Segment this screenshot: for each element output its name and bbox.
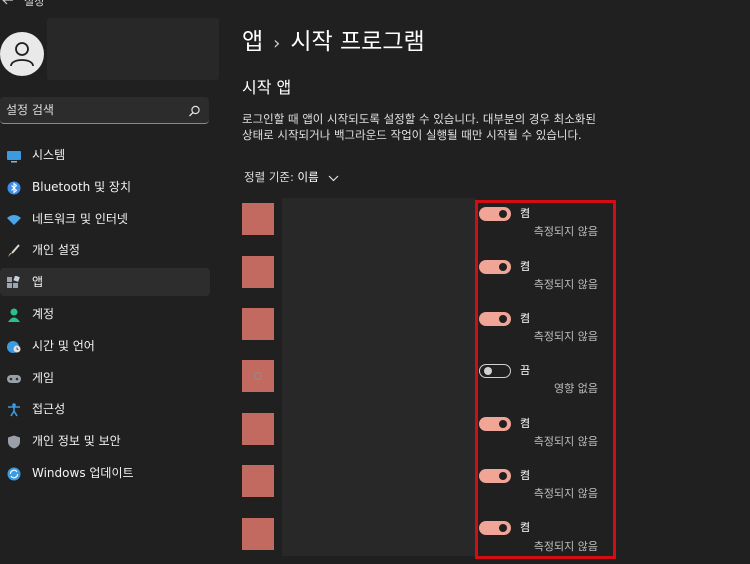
sidebar-item-apps[interactable]: 앱 [0, 268, 210, 296]
brush-icon [6, 243, 22, 257]
sidebar-item-label: 개인 설정 [32, 243, 80, 257]
wifi-icon [6, 212, 22, 226]
description-text: 로그인할 때 앱이 시작되도록 설정할 수 있습니다. 대부분의 경우 최소화된… [242, 112, 596, 142]
sidebar-item-label: Bluetooth 및 장치 [32, 180, 132, 194]
app-icon [242, 465, 274, 497]
gamepad-icon [6, 371, 22, 385]
globe-clock-icon [6, 339, 22, 353]
sidebar-item-label: Windows 업데이트 [32, 466, 134, 480]
sort-label: 정렬 기준: [244, 170, 294, 184]
sidebar-item-gaming[interactable]: 게임 [0, 364, 210, 392]
sidebar-item-label: 게임 [32, 371, 55, 385]
search-icon[interactable] [188, 103, 201, 122]
app-icon [242, 360, 274, 392]
user-icon [10, 42, 34, 67]
accessibility-icon [6, 402, 22, 417]
app-icon [242, 308, 274, 340]
chevron-down-icon [328, 169, 339, 187]
app-icon [242, 256, 274, 288]
app-names-redacted [282, 198, 476, 556]
sidebar-item-label: 네트워크 및 인터넷 [32, 212, 128, 226]
sidebar-item-bluetooth[interactable]: Bluetooth 및 장치 [0, 173, 210, 201]
monitor-icon [6, 148, 22, 163]
apps-icon [6, 275, 22, 289]
sidebar-item-label: 개인 정보 및 보안 [32, 434, 121, 448]
sort-dropdown[interactable]: 정렬 기준: 이름 [244, 168, 339, 187]
search-box[interactable] [0, 97, 209, 124]
app-glyph-icon [254, 372, 262, 380]
sidebar-item-time-language[interactable]: 시간 및 언어 [0, 332, 210, 360]
sidebar-item-label: 접근성 [32, 402, 66, 416]
sidebar-item-accessibility[interactable]: 접근성 [0, 395, 210, 423]
user-info-redacted [47, 18, 219, 80]
sidebar-item-privacy[interactable]: 개인 정보 및 보안 [0, 427, 210, 455]
sidebar-item-windows-update[interactable]: Windows 업데이트 [0, 459, 210, 487]
app-icon [242, 203, 274, 235]
app-icon [242, 518, 274, 550]
update-icon [6, 466, 22, 481]
sort-value: 이름 [297, 170, 319, 184]
search-input[interactable] [6, 97, 176, 123]
breadcrumb-separator: › [273, 33, 281, 54]
window-title: 설정 [24, 0, 45, 8]
section-title: 시작 앱 [242, 78, 292, 97]
highlight-box [475, 200, 616, 559]
sidebar-item-label: 앱 [32, 275, 44, 289]
sidebar-item-system[interactable]: 시스템 [0, 141, 210, 169]
breadcrumb-parent[interactable]: 앱 [242, 29, 263, 55]
back-arrow-icon[interactable] [2, 0, 16, 8]
sidebar-item-label: 시스템 [32, 148, 66, 162]
sidebar-item-network[interactable]: 네트워크 및 인터넷 [0, 205, 210, 233]
app-icon [242, 413, 274, 445]
account-icon [6, 307, 22, 322]
sidebar-item-personalization[interactable]: 개인 설정 [0, 236, 210, 264]
sidebar-item-label: 계정 [32, 307, 55, 321]
shield-icon [6, 434, 22, 449]
sidebar-item-label: 시간 및 언어 [32, 339, 95, 353]
bluetooth-icon [6, 180, 22, 195]
breadcrumb: 앱 › 시작 프로그램 [242, 26, 425, 60]
page-title: 시작 프로그램 [290, 29, 425, 55]
sidebar-item-accounts[interactable]: 계정 [0, 300, 210, 328]
avatar[interactable] [0, 32, 44, 76]
